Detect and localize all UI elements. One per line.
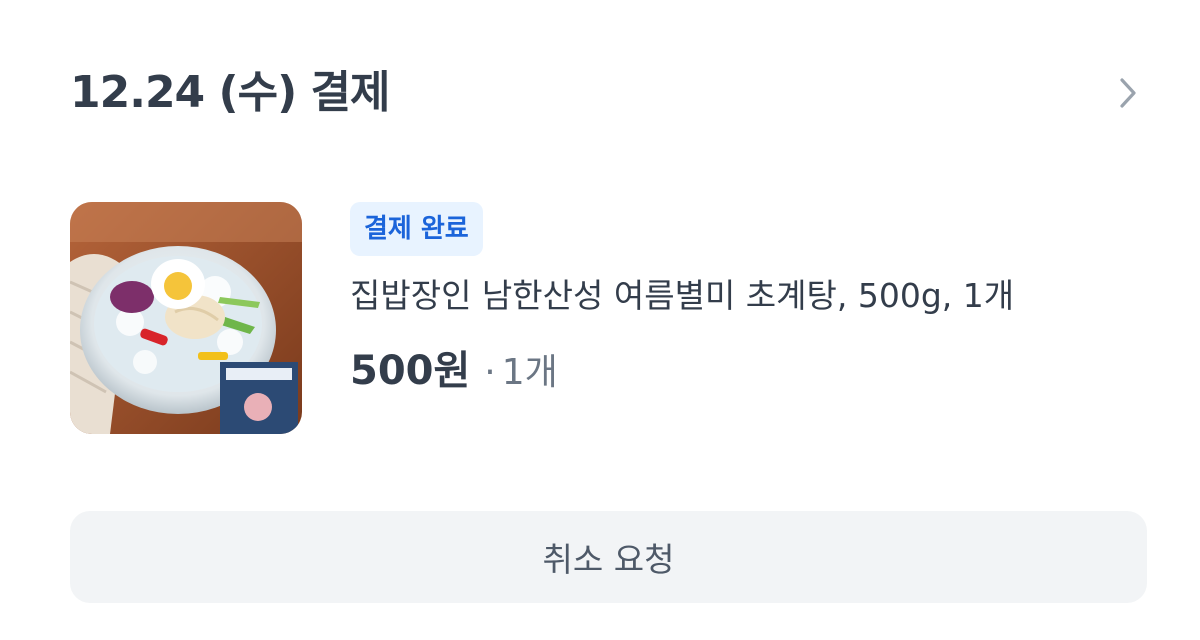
product-thumbnail[interactable] <box>70 202 302 434</box>
order-info: 결제 완료 집밥장인 남한산성 여름별미 초계탕, 500g, 1개 500원 … <box>350 202 1140 396</box>
price-row: 500원 · 1개 <box>350 338 1140 396</box>
status-badge: 결제 완료 <box>350 202 483 256</box>
order-item[interactable]: 결제 완료 집밥장인 남한산성 여름별미 초계탕, 500g, 1개 500원 … <box>70 202 1140 436</box>
chevron-right-icon[interactable] <box>1116 75 1140 111</box>
cancel-request-button[interactable]: 취소 요청 <box>70 511 1147 603</box>
quantity-separator: · <box>484 352 496 393</box>
payment-date-title: 12.24 (수) 결제 <box>70 67 390 118</box>
product-quantity: · 1개 <box>484 343 557 395</box>
product-price: 500원 <box>350 348 471 394</box>
product-name[interactable]: 집밥장인 남한산성 여름별미 초계탕, 500g, 1개 <box>350 274 1140 318</box>
quantity-value: 1개 <box>501 352 558 393</box>
payment-date-header[interactable]: 12.24 (수) 결제 <box>70 58 1140 128</box>
